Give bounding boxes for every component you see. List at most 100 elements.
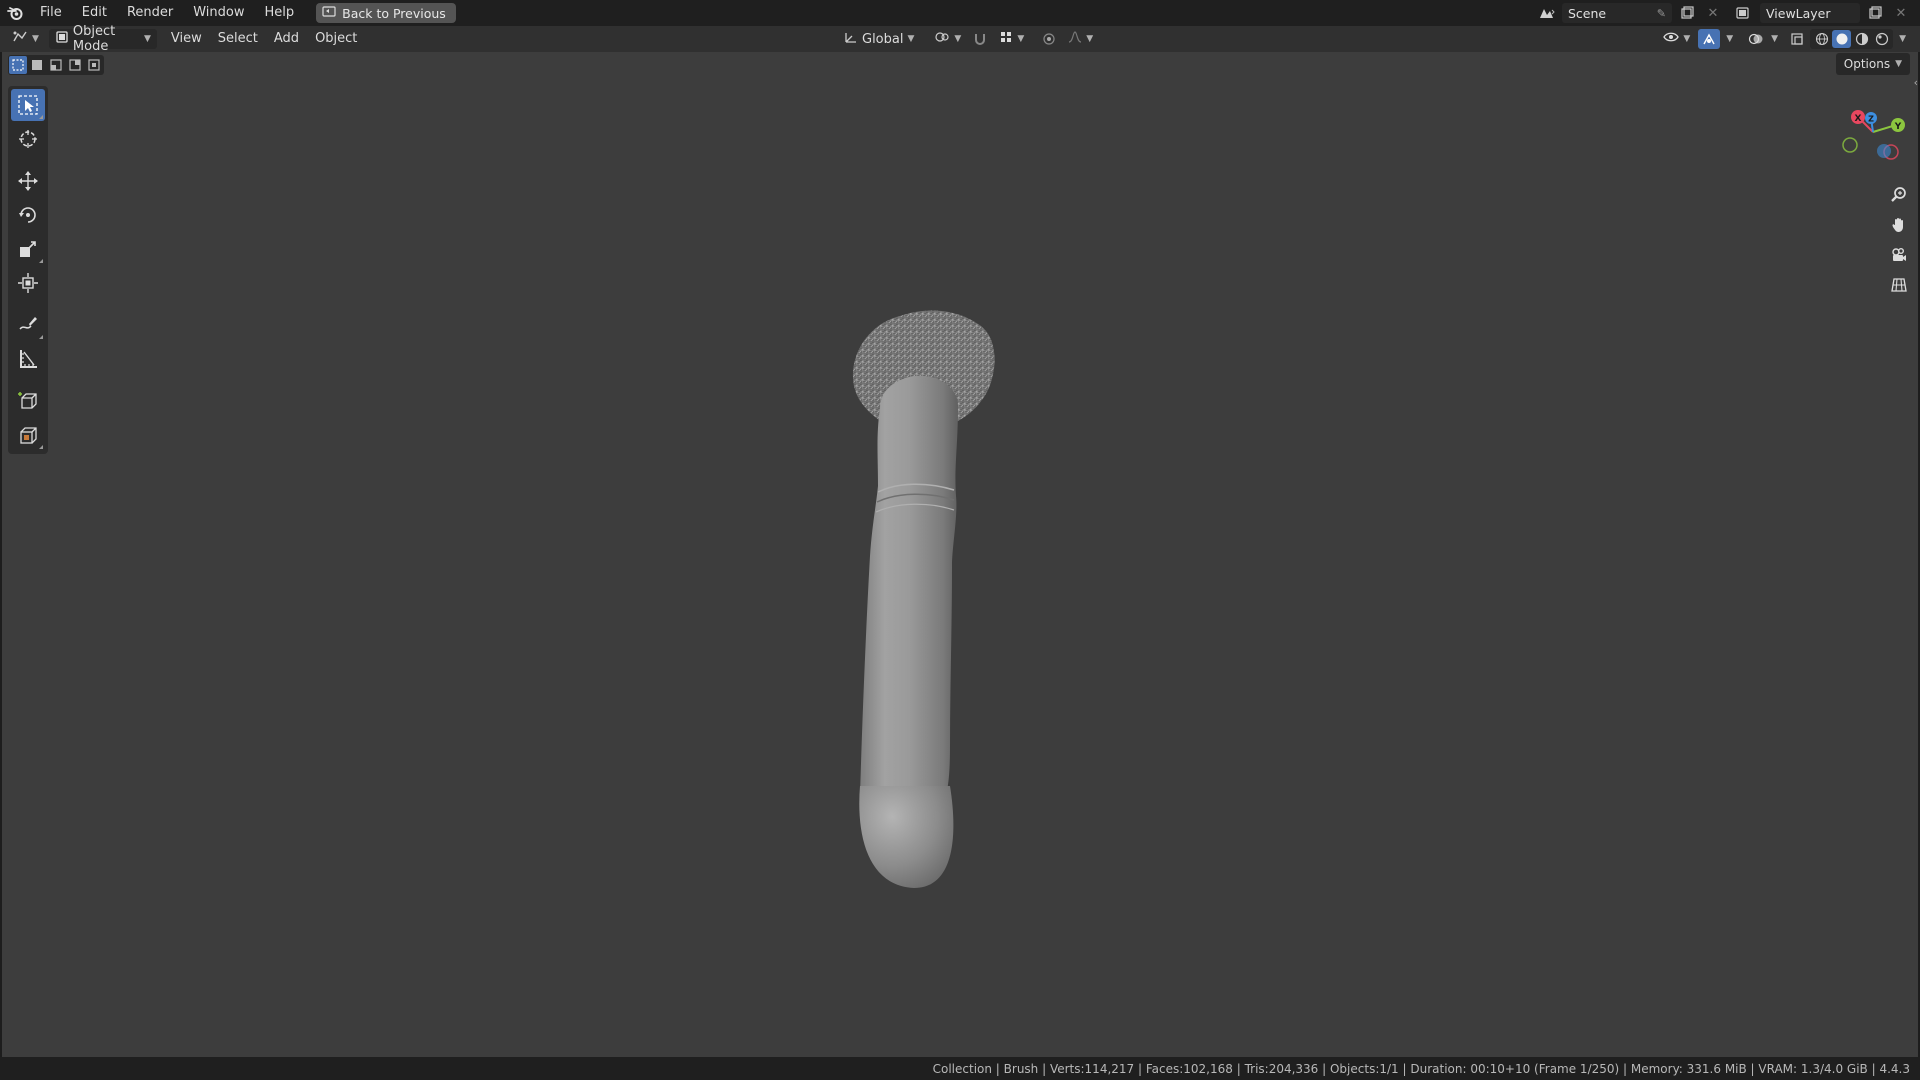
- select-subtract-icon[interactable]: [47, 56, 65, 74]
- object-mode-icon: [55, 30, 69, 48]
- perspective-grid-icon: [1891, 278, 1907, 292]
- proportional-editing-icon[interactable]: [1038, 29, 1060, 49]
- menu-help[interactable]: Help: [255, 2, 305, 24]
- object-mode-dropdown[interactable]: Object Mode ▼: [48, 24, 157, 54]
- material-preview-icon[interactable]: [1852, 30, 1871, 48]
- blender-logo-icon[interactable]: [0, 2, 30, 24]
- menu-edit[interactable]: Edit: [72, 2, 117, 24]
- annotate-pencil-icon: [19, 317, 37, 330]
- transform-tools-group: Global ▼ ▼ ▼ ▼: [838, 29, 1099, 49]
- view-layer-field[interactable]: ViewLayer: [1760, 3, 1860, 23]
- options-dropdown[interactable]: Options ▼: [1835, 53, 1910, 75]
- viewport-display-group: ▼ ▼ ▼ ▼: [1657, 29, 1906, 49]
- navigation-gizmo[interactable]: X Z Y: [1828, 82, 1918, 182]
- back-to-previous-label: Back to Previous: [342, 5, 446, 21]
- solid-shading-icon[interactable]: [1832, 30, 1852, 48]
- negative-y-axis-handle[interactable]: [1842, 137, 1858, 153]
- pivot-point-dropdown[interactable]: ▼: [928, 29, 967, 49]
- chevron-down-icon: ▼: [1895, 59, 1902, 69]
- tool-annotate[interactable]: [11, 309, 45, 341]
- toggle-perspective-button[interactable]: [1886, 272, 1912, 298]
- viewport-header: ▼ Object Mode ▼ View Select Add Object G…: [0, 24, 1920, 54]
- camera-icon: [1892, 248, 1906, 261]
- scale-icon: [20, 241, 36, 257]
- selectability-visibility-dropdown[interactable]: ▼: [1657, 29, 1696, 49]
- axis-gizmo-svg: X Z Y: [1842, 110, 1905, 160]
- move-icon: [18, 171, 38, 191]
- pin-icon[interactable]: ✎: [1657, 7, 1666, 20]
- select-extend-icon[interactable]: [28, 56, 46, 74]
- menu-object[interactable]: Object: [307, 29, 365, 49]
- camera-view-button[interactable]: [1886, 242, 1912, 268]
- transform-orientation-label: Global: [862, 31, 904, 47]
- menu-render[interactable]: Render: [117, 2, 183, 24]
- back-to-previous-button[interactable]: Back to Previous: [316, 3, 456, 23]
- tool-measure[interactable]: [11, 343, 45, 375]
- scene-name-field[interactable]: Scene ✎: [1562, 3, 1672, 23]
- zoom-magnifier-icon: [1891, 187, 1906, 202]
- scene-selector-group: Scene ✎ ✕ ViewLayer ✕: [1536, 2, 1920, 24]
- options-label: Options: [1843, 57, 1891, 71]
- chevron-down-icon: ▼: [32, 34, 39, 44]
- shading-chevron-down-icon[interactable]: ▼: [1899, 34, 1906, 44]
- snap-grid-icon: [999, 30, 1013, 48]
- tool-add-primitive[interactable]: [11, 419, 45, 451]
- menu-view[interactable]: View: [163, 29, 210, 49]
- wireframe-shading-icon[interactable]: [1812, 30, 1831, 48]
- scene-name: Scene: [1568, 5, 1607, 21]
- tool-transform[interactable]: [11, 267, 45, 299]
- tool-move[interactable]: [11, 165, 45, 197]
- chevron-down-icon: ▼: [144, 34, 151, 44]
- menu-add[interactable]: Add: [266, 29, 307, 49]
- pan-view-button[interactable]: [1886, 212, 1912, 238]
- chevron-down-icon: ▼: [954, 34, 962, 44]
- orientation-axes-icon: [844, 30, 858, 48]
- cursor-icon: [19, 130, 37, 148]
- tool-add-cube[interactable]: [11, 385, 45, 417]
- select-invert-icon[interactable]: [66, 56, 84, 74]
- screen-back-icon: [322, 5, 336, 21]
- tool-select-box[interactable]: [11, 89, 45, 121]
- zoom-view-button[interactable]: [1886, 182, 1912, 208]
- overlays-toggle-icon[interactable]: [1745, 29, 1767, 49]
- editor-type-dropdown[interactable]: ▼: [6, 29, 45, 49]
- brush-3d-model[interactable]: [848, 306, 1028, 966]
- select-intersect-icon[interactable]: [85, 56, 103, 74]
- scene-icon[interactable]: [1536, 3, 1558, 23]
- rendered-shading-icon[interactable]: [1872, 30, 1891, 48]
- menu-window[interactable]: Window: [183, 2, 254, 24]
- chevron-down-icon: ▼: [1683, 34, 1691, 44]
- proportional-falloff-dropdown[interactable]: ▼: [1062, 29, 1099, 49]
- negative-z-axis-handle[interactable]: [1877, 144, 1891, 158]
- delete-view-layer-icon[interactable]: ✕: [1890, 3, 1912, 23]
- chevron-down-icon: ▼: [1017, 34, 1025, 44]
- new-scene-icon[interactable]: [1676, 3, 1698, 23]
- view-layer-icon[interactable]: [1734, 3, 1756, 23]
- add-cube-icon: [18, 392, 37, 409]
- menu-file[interactable]: File: [30, 2, 72, 24]
- gizmo-toggle-icon[interactable]: [1698, 29, 1721, 49]
- snap-target-dropdown[interactable]: ▼: [993, 29, 1030, 49]
- rotate-icon: [19, 207, 36, 223]
- z-axis-label: Z: [1868, 115, 1874, 124]
- snap-toggle-icon[interactable]: [969, 29, 991, 49]
- brush-handle-cap: [859, 786, 954, 888]
- xray-toggle-icon[interactable]: [1786, 29, 1808, 49]
- transform-orientation-dropdown[interactable]: Global ▼: [838, 29, 920, 49]
- scene-statistics: Collection | Brush | Verts:114,217 | Fac…: [932, 1061, 1910, 1076]
- new-view-layer-icon[interactable]: [1864, 3, 1886, 23]
- menu-select[interactable]: Select: [210, 29, 266, 49]
- select-new-icon[interactable]: [9, 56, 27, 74]
- y-axis-label: Y: [1894, 122, 1902, 132]
- tool-rotate[interactable]: [11, 199, 45, 231]
- brush-handle: [860, 375, 958, 796]
- view-layer-name: ViewLayer: [1766, 5, 1831, 21]
- delete-scene-icon[interactable]: ✕: [1702, 3, 1724, 23]
- tool-cursor[interactable]: [11, 123, 45, 155]
- object-mode-label: Object Mode: [72, 24, 116, 54]
- overlays-chevron-down-icon[interactable]: ▼: [1771, 34, 1778, 44]
- tool-scale[interactable]: [11, 233, 45, 265]
- 3d-viewport-icon: [12, 30, 28, 48]
- gizmo-chevron-down-icon[interactable]: ▼: [1726, 34, 1733, 44]
- 3d-viewport[interactable]: Options ▼ ‹ X Z Y: [2, 52, 1918, 1057]
